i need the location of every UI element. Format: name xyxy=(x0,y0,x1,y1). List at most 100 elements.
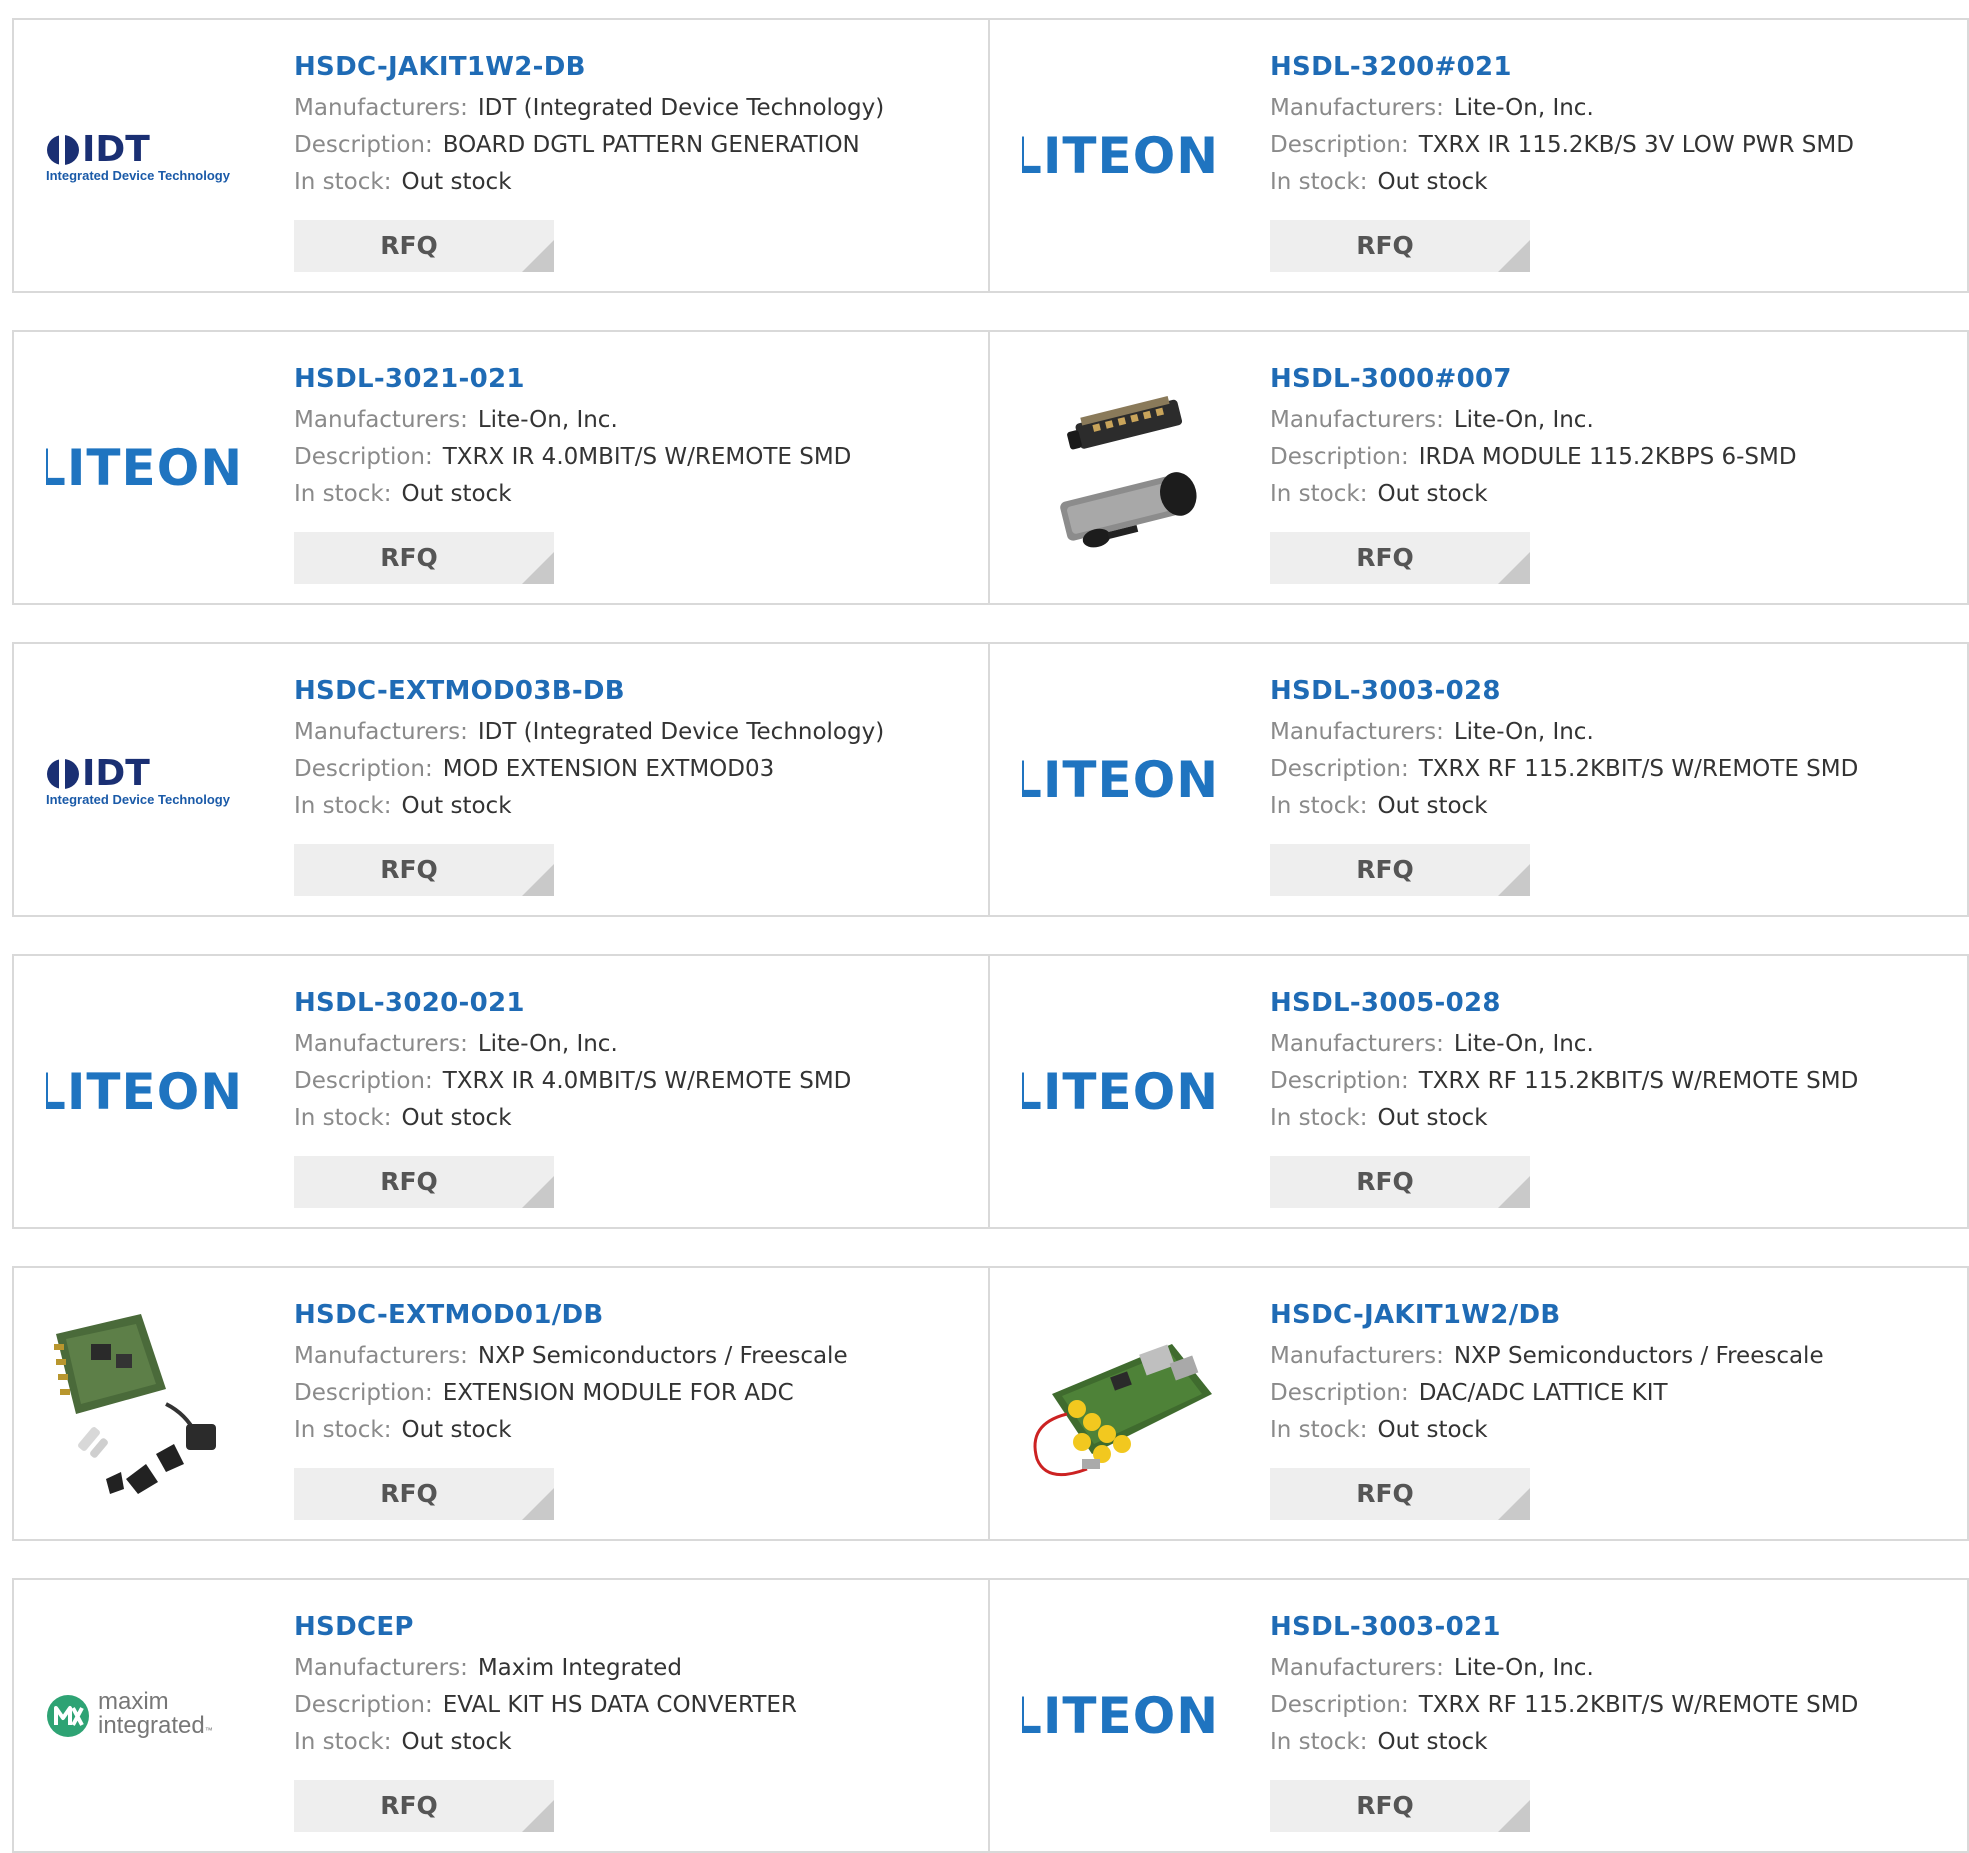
idt-logo: IDT Integrated Device Technology xyxy=(46,753,230,807)
product-thumbnail[interactable]: maxim integrated™ xyxy=(46,1616,246,1816)
manufacturer-line: Manufacturers: Lite-On, Inc. xyxy=(1270,90,1957,127)
manufacturer-line: Manufacturers: Lite-On, Inc. xyxy=(294,402,978,439)
part-number-link[interactable]: HSDC-JAKIT1W2/DB xyxy=(1270,1296,1957,1334)
rfq-label: RFQ xyxy=(1356,1167,1414,1196)
stock-value: Out stock xyxy=(1377,1729,1488,1755)
manufacturer-label: Manufacturers: xyxy=(1270,407,1444,433)
product-info: HSDL-3000#007 Manufacturers: Lite-On, Inc… xyxy=(1270,360,1957,513)
rfq-button[interactable]: RFQ xyxy=(1270,1468,1530,1520)
rfq-button[interactable]: RFQ xyxy=(294,220,554,272)
stock-label: In stock: xyxy=(1270,481,1368,507)
product-card: HSDL-3000#007 Manufacturers: Lite-On, Inc… xyxy=(990,330,1969,605)
rfq-button[interactable]: RFQ xyxy=(1270,844,1530,896)
rfq-button[interactable]: RFQ xyxy=(1270,1780,1530,1832)
stock-label: In stock: xyxy=(294,793,392,819)
description-value: IRDA MODULE 115.2KBPS 6-SMD xyxy=(1418,444,1797,470)
corner-triangle-icon xyxy=(1498,1488,1530,1520)
corner-triangle-icon xyxy=(1498,1800,1530,1832)
product-thumbnail[interactable] xyxy=(46,1304,246,1504)
description-value: EXTENSION MODULE FOR ADC xyxy=(442,1380,794,1406)
product-thumbnail[interactable]: LITEON® xyxy=(1022,1616,1222,1816)
corner-triangle-icon xyxy=(522,1488,554,1520)
product-thumbnail[interactable]: LITEON® xyxy=(46,368,246,568)
maxim-logo: maxim integrated™ xyxy=(46,1689,246,1743)
manufacturer-value: Lite-On, Inc. xyxy=(477,1031,618,1057)
manufacturer-line: Manufacturers: Lite-On, Inc. xyxy=(1270,402,1957,439)
product-thumbnail[interactable] xyxy=(1022,1304,1222,1504)
manufacturer-value: Lite-On, Inc. xyxy=(1453,719,1594,745)
corner-triangle-icon xyxy=(1498,240,1530,272)
part-number-link[interactable]: HSDL-3003-021 xyxy=(1270,1608,1957,1646)
rfq-label: RFQ xyxy=(380,855,438,884)
manufacturer-label: Manufacturers: xyxy=(294,95,468,121)
product-thumbnail[interactable]: IDT Integrated Device Technology xyxy=(46,680,246,880)
product-row: LITEON® HSDL-3021-021 Manufacturers: Lite… xyxy=(12,330,1969,605)
description-value: TXRX RF 115.2KBIT/S W/REMOTE SMD xyxy=(1418,756,1859,782)
manufacturer-line: Manufacturers: NXP Semiconductors / Frees… xyxy=(1270,1338,1957,1375)
description-value: TXRX IR 115.2KB/S 3V LOW PWR SMD xyxy=(1418,132,1854,158)
rfq-button[interactable]: RFQ xyxy=(294,532,554,584)
manufacturer-label: Manufacturers: xyxy=(294,1031,468,1057)
rfq-button[interactable]: RFQ xyxy=(294,1468,554,1520)
rfq-button[interactable]: RFQ xyxy=(294,1780,554,1832)
part-number-link[interactable]: HSDC-EXTMOD01/DB xyxy=(294,1296,978,1334)
manufacturer-line: Manufacturers: NXP Semiconductors / Frees… xyxy=(294,1338,978,1375)
manufacturer-label: Manufacturers: xyxy=(294,719,468,745)
part-number-link[interactable]: HSDL-3020-021 xyxy=(294,984,978,1022)
stock-line: In stock: Out stock xyxy=(1270,788,1957,825)
rfq-label: RFQ xyxy=(380,231,438,260)
product-thumbnail[interactable]: LITEON® xyxy=(1022,56,1222,256)
part-number-link[interactable]: HSDC-EXTMOD03B-DB xyxy=(294,672,978,710)
manufacturer-value: Lite-On, Inc. xyxy=(477,407,618,433)
part-number-link[interactable]: HSDCEP xyxy=(294,1608,978,1646)
stock-line: In stock: Out stock xyxy=(294,1412,978,1449)
part-number-link[interactable]: HSDL-3000#007 xyxy=(1270,360,1957,398)
part-number-link[interactable]: HSDL-3200#021 xyxy=(1270,48,1957,86)
liteon-logo: LITEON® xyxy=(1022,744,1222,809)
corner-triangle-icon xyxy=(1498,552,1530,584)
product-info: HSDL-3003-028 Manufacturers: Lite-On, Inc… xyxy=(1270,672,1957,825)
rfq-button[interactable]: RFQ xyxy=(294,1156,554,1208)
rfq-button[interactable]: RFQ xyxy=(1270,1156,1530,1208)
stock-line: In stock: Out stock xyxy=(1270,1412,1957,1449)
part-number-link[interactable]: HSDL-3003-028 xyxy=(1270,672,1957,710)
manufacturer-value: Maxim Integrated xyxy=(477,1655,682,1681)
product-thumbnail[interactable]: IDT Integrated Device Technology xyxy=(46,56,246,256)
product-thumbnail[interactable]: LITEON® xyxy=(46,992,246,1192)
product-info: HSDC-JAKIT1W2/DB Manufacturers: NXP Semic… xyxy=(1270,1296,1957,1449)
idt-mark-icon xyxy=(47,757,79,790)
rfq-label: RFQ xyxy=(1356,855,1414,884)
stock-line: In stock: Out stock xyxy=(294,476,978,513)
manufacturer-label: Manufacturers: xyxy=(294,1655,468,1681)
rfq-button[interactable]: RFQ xyxy=(1270,532,1530,584)
stock-label: In stock: xyxy=(1270,1105,1368,1131)
part-number-link[interactable]: HSDC-JAKIT1W2-DB xyxy=(294,48,978,86)
product-row: HSDC-EXTMOD01/DB Manufacturers: NXP Semic… xyxy=(12,1266,1969,1541)
rfq-label: RFQ xyxy=(380,1479,438,1508)
liteon-logo: LITEON® xyxy=(46,432,246,497)
stock-value: Out stock xyxy=(401,1105,512,1131)
product-thumbnail[interactable]: LITEON® xyxy=(1022,680,1222,880)
stock-value: Out stock xyxy=(1377,481,1488,507)
corner-triangle-icon xyxy=(522,1800,554,1832)
manufacturer-value: Lite-On, Inc. xyxy=(1453,1031,1594,1057)
manufacturer-label: Manufacturers: xyxy=(1270,1343,1444,1369)
part-number-link[interactable]: HSDL-3005-028 xyxy=(1270,984,1957,1022)
description-label: Description: xyxy=(294,1380,433,1406)
product-card: maxim integrated™ HSDCEP Manufacturers: Ma… xyxy=(12,1578,990,1853)
corner-triangle-icon xyxy=(522,1176,554,1208)
rfq-button[interactable]: RFQ xyxy=(1270,220,1530,272)
product-thumbnail[interactable] xyxy=(1022,368,1222,568)
part-number-link[interactable]: HSDL-3021-021 xyxy=(294,360,978,398)
product-grid: IDT Integrated Device Technology HSDC-JA… xyxy=(12,18,1969,1853)
manufacturer-value: Lite-On, Inc. xyxy=(1453,407,1594,433)
rfq-button[interactable]: RFQ xyxy=(294,844,554,896)
product-row: maxim integrated™ HSDCEP Manufacturers: Ma… xyxy=(12,1578,1969,1853)
manufacturer-line: Manufacturers: IDT (Integrated Device Tec… xyxy=(294,714,978,751)
product-info: HSDC-EXTMOD01/DB Manufacturers: NXP Semic… xyxy=(294,1296,978,1449)
stock-label: In stock: xyxy=(294,169,392,195)
description-value: EVAL KIT HS DATA CONVERTER xyxy=(442,1692,797,1718)
product-info: HSDL-3005-028 Manufacturers: Lite-On, Inc… xyxy=(1270,984,1957,1137)
product-thumbnail[interactable]: LITEON® xyxy=(1022,992,1222,1192)
product-card: LITEON® HSDL-3021-021 Manufacturers: Lite… xyxy=(12,330,990,605)
